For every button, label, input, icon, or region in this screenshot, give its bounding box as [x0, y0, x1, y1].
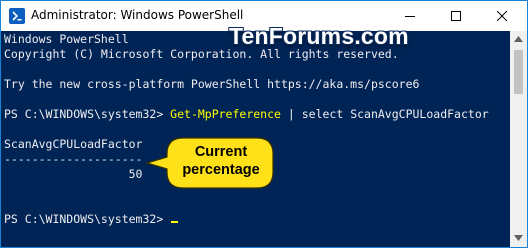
- text-cursor: [171, 221, 179, 223]
- output-value: 50: [4, 167, 143, 181]
- command-name: Get-MpPreference: [170, 107, 281, 121]
- tenforums-watermark: TenForums.com: [229, 23, 409, 49]
- powershell-icon[interactable]: [9, 8, 25, 24]
- prompt: PS C:\WINDOWS\system32>: [4, 212, 171, 226]
- close-icon: [497, 11, 507, 21]
- maximize-button[interactable]: [433, 1, 479, 31]
- scroll-down-arrow-icon: [514, 235, 523, 241]
- command-arguments: | select ScanAvgCPULoadFactor: [280, 107, 489, 121]
- scroll-up-button[interactable]: [510, 31, 527, 48]
- console-tip-line: Try the new cross-platform PowerShell ht…: [4, 77, 420, 91]
- callout-line-2: percentage: [182, 162, 260, 178]
- close-button[interactable]: [479, 1, 525, 31]
- window-title: Administrator: Windows PowerShell: [31, 8, 244, 22]
- callout-line-1: Current: [194, 144, 248, 160]
- current-percentage-callout: Current percentage: [141, 135, 277, 191]
- callout-text: Current percentage: [169, 143, 273, 179]
- minimize-icon: [405, 16, 415, 17]
- scroll-down-button[interactable]: [510, 230, 527, 247]
- console-header-line: Windows PowerShell: [4, 32, 129, 46]
- scrollbar-thumb[interactable]: [514, 50, 523, 94]
- output-column-rule: --------------------: [4, 152, 143, 166]
- prompt: PS C:\WINDOWS\system32>: [4, 107, 171, 121]
- console-command-line: PS C:\WINDOWS\system32> Get-MpPreference…: [4, 107, 489, 122]
- powershell-window: Administrator: Windows PowerShell Window…: [0, 0, 528, 248]
- console-current-prompt[interactable]: PS C:\WINDOWS\system32>: [4, 212, 179, 227]
- scroll-up-arrow-icon: [514, 36, 523, 42]
- vertical-scrollbar[interactable]: [510, 31, 527, 247]
- maximize-icon: [451, 11, 461, 21]
- output-column-header: ScanAvgCPULoadFactor: [4, 137, 143, 151]
